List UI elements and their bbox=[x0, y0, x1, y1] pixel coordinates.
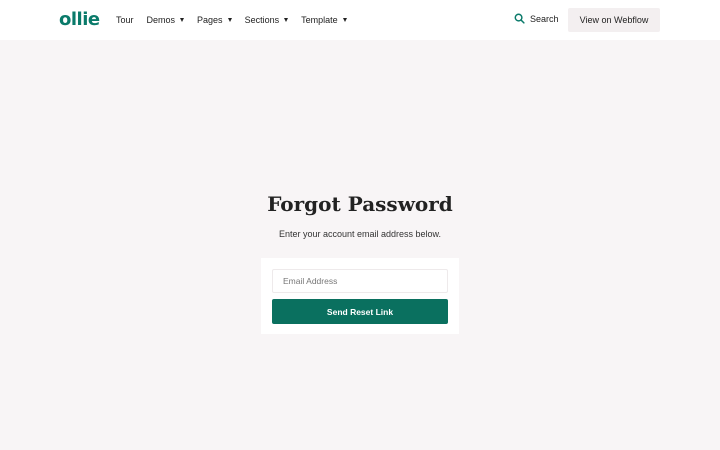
ollie-logo[interactable]: ollie bbox=[59, 9, 100, 30]
search-button[interactable]: Search bbox=[514, 13, 559, 24]
nav-item-label: Sections bbox=[244, 15, 280, 25]
nav-item-label: Tour bbox=[116, 15, 134, 25]
email-field[interactable] bbox=[272, 269, 448, 293]
nav-item-label: Demos bbox=[146, 15, 176, 25]
top-navbar: ollie Tour Demos Pages Sections Template… bbox=[0, 0, 720, 40]
search-label: Search bbox=[530, 13, 559, 24]
nav-item-label: Template bbox=[301, 15, 338, 25]
nav-item-demos[interactable]: Demos bbox=[147, 15, 185, 25]
nav-item-sections[interactable]: Sections bbox=[245, 15, 289, 25]
page-subtitle: Enter your account email address below. bbox=[278, 229, 442, 239]
search-icon bbox=[514, 13, 525, 24]
caret-down-icon bbox=[284, 18, 289, 22]
caret-down-icon bbox=[342, 18, 347, 22]
nav-item-label: Pages bbox=[197, 15, 223, 25]
caret-down-icon bbox=[227, 18, 232, 22]
nav-links: Tour Demos Pages Sections Template bbox=[116, 0, 360, 40]
caret-down-icon bbox=[180, 18, 185, 22]
view-on-webflow-button[interactable]: View on Webflow bbox=[568, 8, 660, 32]
nav-item-pages[interactable]: Pages bbox=[197, 15, 232, 25]
nav-item-tour[interactable]: Tour bbox=[116, 15, 134, 25]
page-title: Forgot Password bbox=[267, 192, 453, 216]
nav-item-template[interactable]: Template bbox=[301, 15, 347, 25]
send-reset-link-button[interactable]: Send Reset Link bbox=[272, 299, 448, 324]
